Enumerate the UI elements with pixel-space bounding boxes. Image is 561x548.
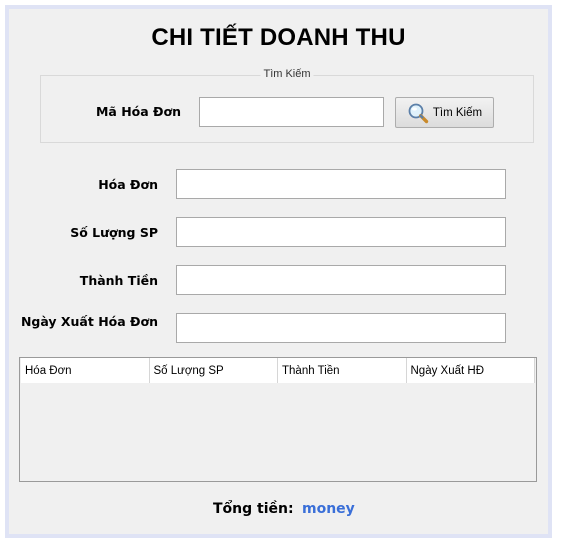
search-group-label: Tìm Kiếm (260, 68, 314, 80)
table-header: Hóa Đơn Số Lượng SP Thành Tiền Ngày Xuất… (21, 358, 535, 383)
amount-label: Thành Tiền (79, 273, 158, 288)
invoice-code-label: Mã Hóa Đơn (95, 104, 181, 119)
total-value: money (302, 501, 355, 517)
column-header-date[interactable]: Ngày Xuất HĐ (407, 358, 535, 383)
invoice-date-field[interactable] (176, 313, 506, 343)
page-title: CHI TIẾT DOANH THU (151, 24, 406, 51)
search-button[interactable]: Tìm Kiếm (395, 97, 494, 128)
search-button-label: Tìm Kiếm (432, 106, 483, 119)
invoice-label: Hóa Đơn (98, 177, 158, 192)
column-header-amount[interactable]: Thành Tiền (278, 358, 407, 383)
invoice-date-label: Ngày Xuất Hóa Đơn (20, 314, 158, 329)
revenue-detail-window: CHI TIẾT DOANH THU Tìm Kiếm Mã Hóa Đơn T… (5, 5, 552, 538)
magnifier-icon (407, 102, 429, 124)
amount-field[interactable] (176, 265, 506, 295)
quantity-label: Số Lượng SP (70, 225, 158, 240)
revenue-table[interactable]: Hóa Đơn Số Lượng SP Thành Tiền Ngày Xuất… (19, 357, 537, 482)
invoice-code-input[interactable] (199, 97, 384, 127)
column-header-quantity[interactable]: Số Lượng SP (150, 358, 278, 383)
search-group: Tìm Kiếm Mã Hóa Đơn Tìm Kiếm (40, 68, 534, 143)
column-header-invoice[interactable]: Hóa Đơn (21, 358, 150, 383)
invoice-field[interactable] (176, 169, 506, 199)
quantity-field[interactable] (176, 217, 506, 247)
total-label: Tổng tiền: (213, 501, 294, 517)
